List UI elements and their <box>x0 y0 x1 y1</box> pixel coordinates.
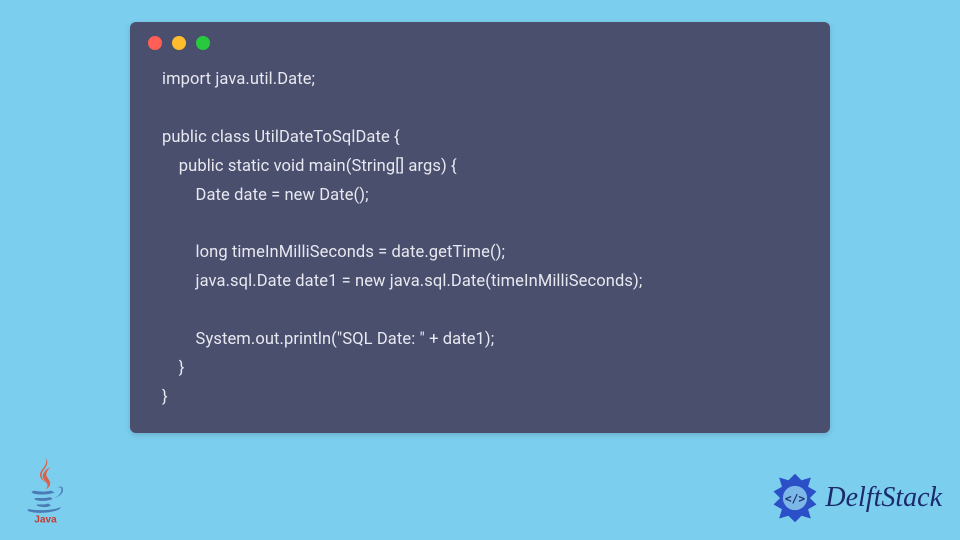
code-content: import java.util.Date; public class Util… <box>130 58 830 413</box>
minimize-icon[interactable] <box>172 36 186 50</box>
window-titlebar <box>130 22 830 58</box>
code-window: import java.util.Date; public class Util… <box>130 22 830 433</box>
maximize-icon[interactable] <box>196 36 210 50</box>
svg-text:Java: Java <box>34 515 57 524</box>
delftstack-label: DelftStack <box>825 482 942 514</box>
svg-text:</>: </> <box>785 493 805 506</box>
delftstack-logo: </> DelftStack <box>767 470 942 526</box>
delftstack-badge-icon: </> <box>767 470 823 526</box>
java-logo-icon: Java <box>18 454 73 528</box>
close-icon[interactable] <box>148 36 162 50</box>
